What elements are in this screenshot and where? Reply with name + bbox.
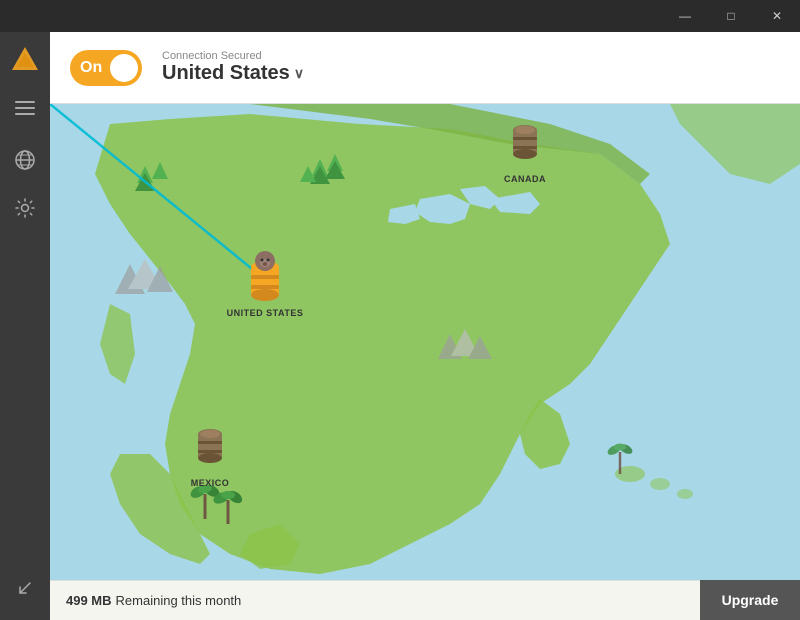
toggle-knob	[110, 54, 138, 82]
data-amount: 499 MB	[66, 593, 112, 608]
upgrade-button[interactable]: Upgrade	[700, 580, 800, 620]
canada-label: CANADA	[504, 174, 546, 184]
logo-icon	[10, 45, 40, 75]
sidebar-bottom	[5, 568, 45, 608]
chevron-down-icon: ∨	[294, 65, 304, 82]
menu-line-3	[15, 113, 35, 115]
menu-button[interactable]	[5, 88, 45, 128]
arrow-svg	[16, 579, 34, 597]
mexico-server	[198, 429, 222, 463]
location-selector[interactable]: United States ∨	[162, 62, 304, 85]
header: On Connection Secured United States ∨	[50, 32, 800, 104]
map-container: CANADA UNITED STATES	[50, 104, 800, 580]
header-info: Connection Secured United States ∨	[162, 50, 304, 85]
menu-line-2	[15, 107, 35, 109]
toggle-label: On	[80, 59, 102, 77]
data-label: Remaining this month	[116, 593, 242, 608]
minimize-button[interactable]: —	[662, 0, 708, 32]
collapse-arrow-icon[interactable]	[5, 568, 45, 608]
settings-svg	[14, 197, 36, 219]
location-name-text: United States	[162, 62, 290, 85]
canada-server	[513, 125, 537, 159]
connection-status: Connection Secured	[162, 50, 304, 62]
us-label: UNITED STATES	[227, 308, 304, 318]
mexico-label: MEXICO	[191, 478, 230, 488]
menu-line-1	[15, 101, 35, 103]
title-bar-controls: — □ ✕	[662, 0, 800, 32]
globe-icon[interactable]	[5, 140, 45, 180]
bottom-bar: 499 MB Remaining this month Upgrade	[50, 580, 800, 620]
app-logo	[5, 40, 45, 80]
data-remaining-bar: 499 MB Remaining this month	[50, 580, 700, 620]
title-bar: — □ ✕	[0, 0, 800, 32]
map-svg: CANADA UNITED STATES	[50, 104, 800, 580]
globe-svg	[14, 149, 36, 171]
toggle-container: On	[70, 50, 142, 86]
sidebar	[0, 32, 50, 620]
maximize-button[interactable]: □	[708, 0, 754, 32]
vpn-toggle[interactable]: On	[70, 50, 142, 86]
settings-icon[interactable]	[5, 188, 45, 228]
close-button[interactable]: ✕	[754, 0, 800, 32]
